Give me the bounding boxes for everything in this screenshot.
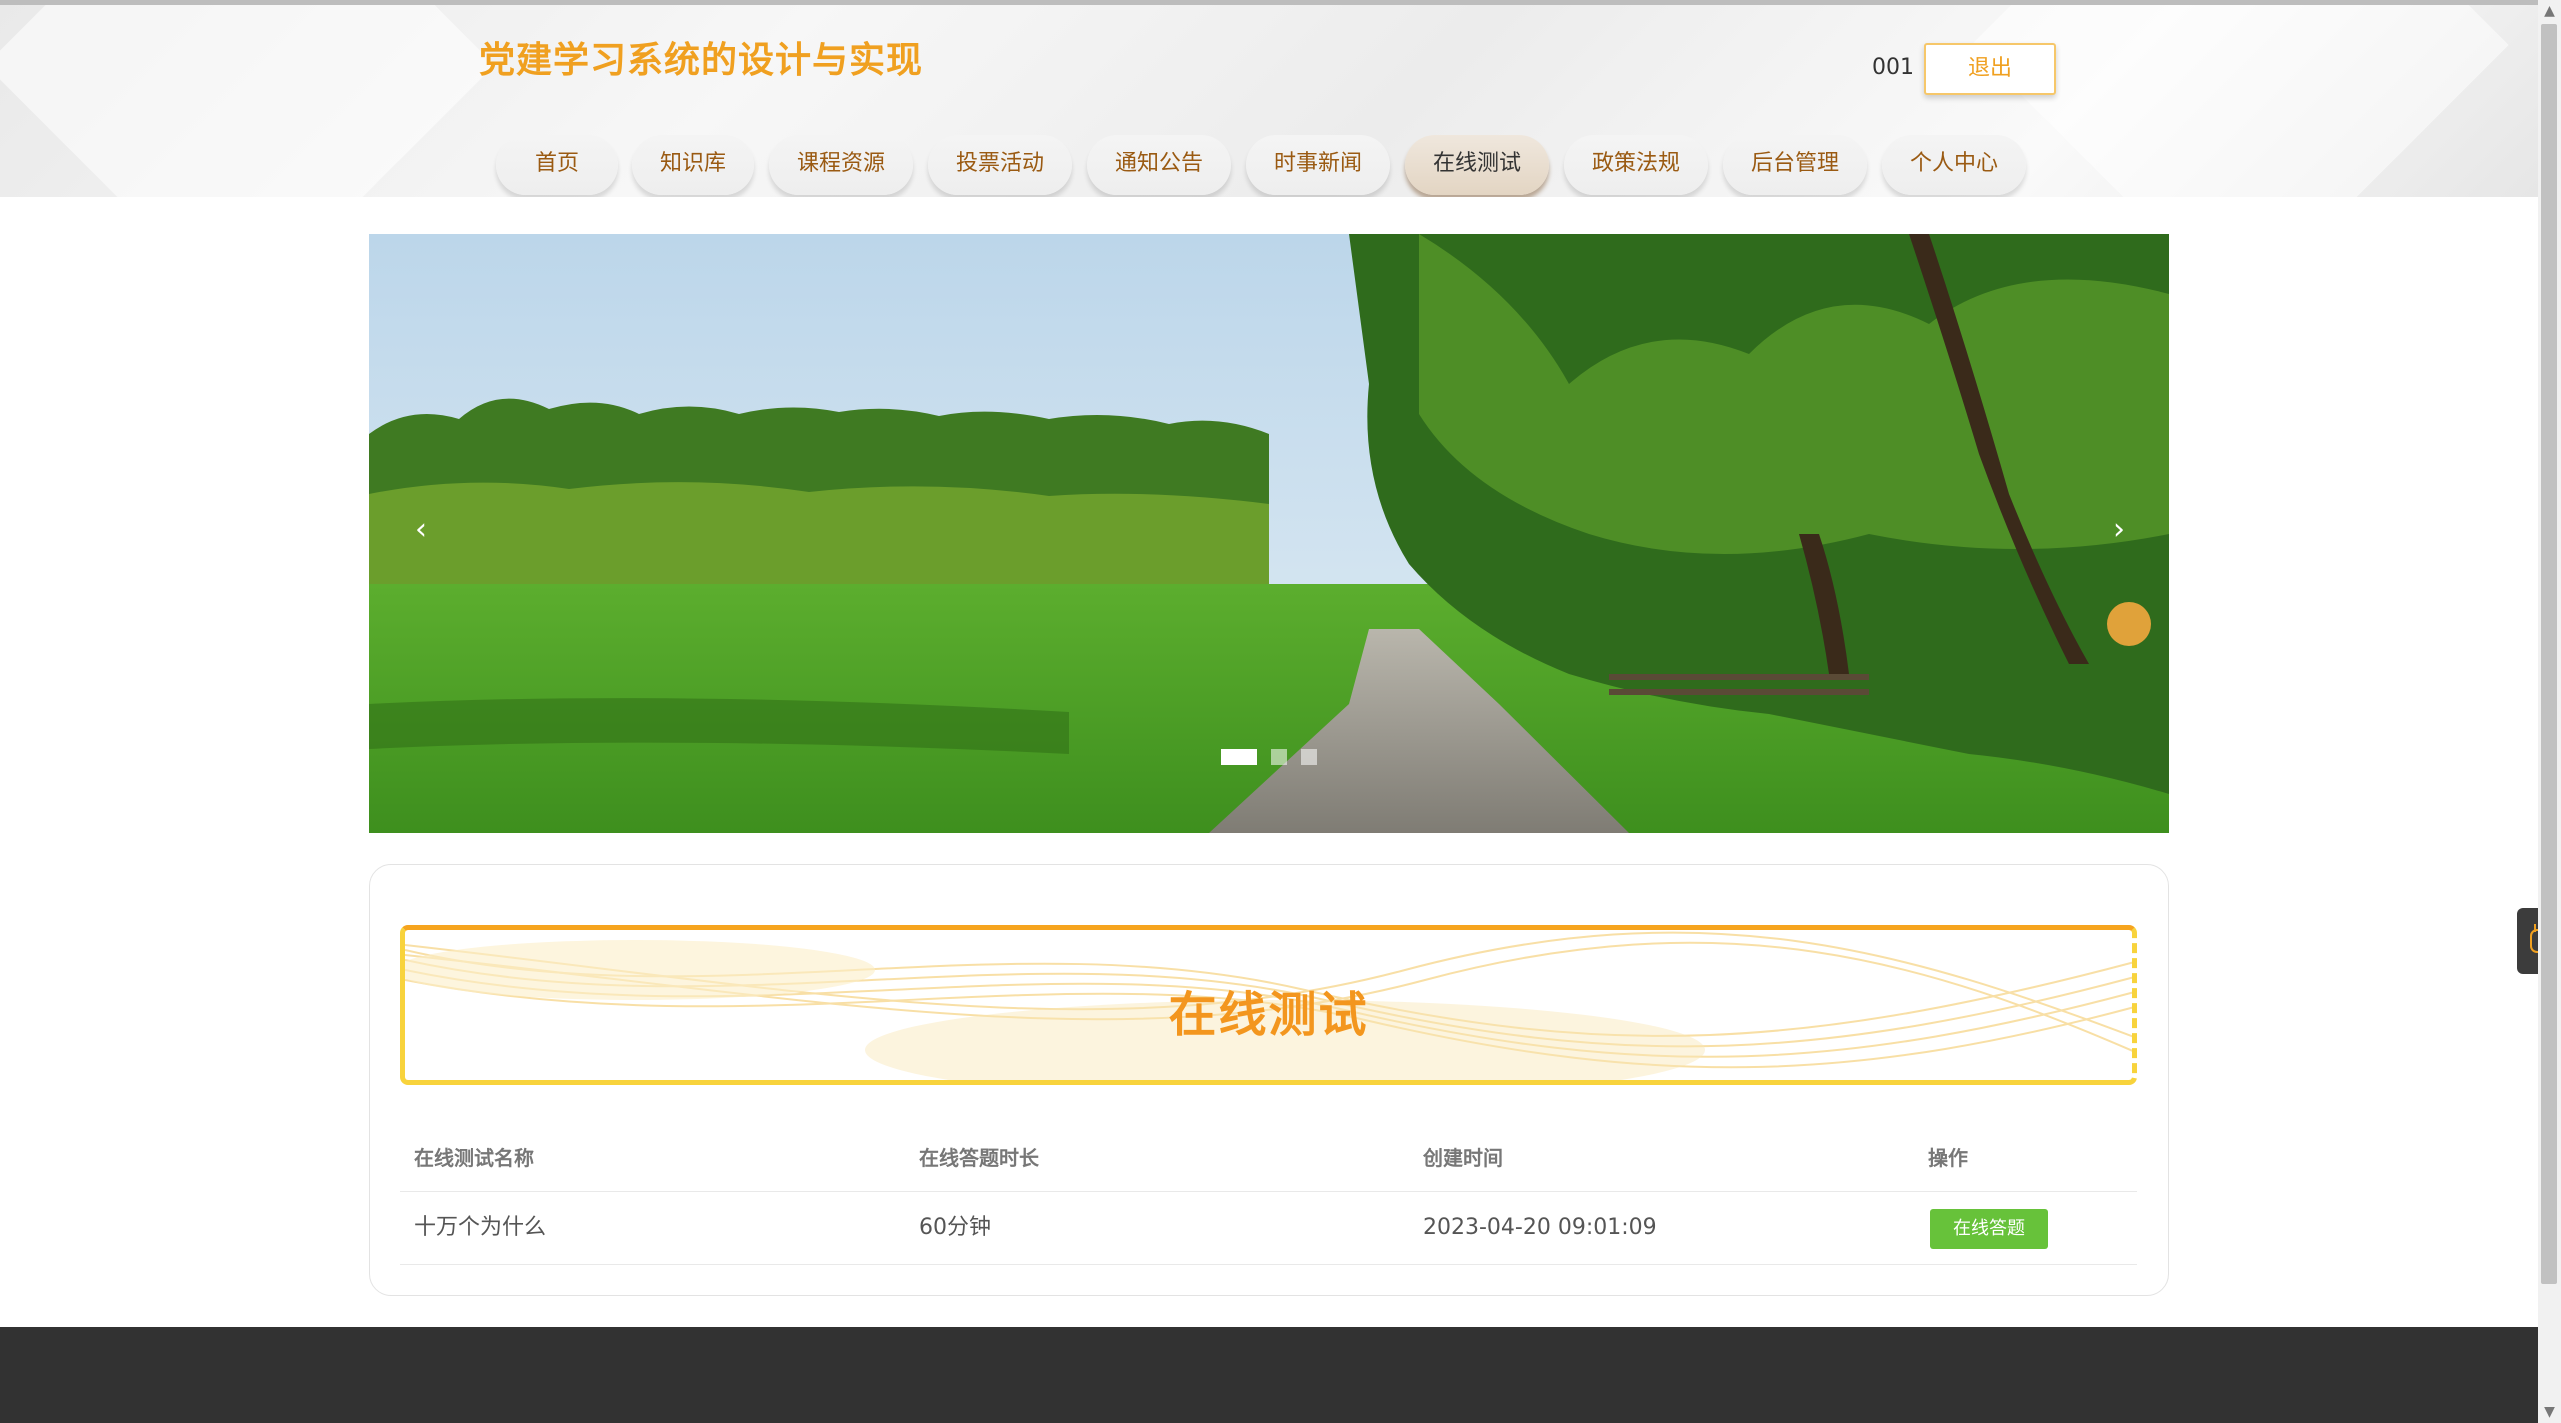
nav-policies[interactable]: 政策法规 bbox=[1564, 135, 1708, 195]
nav-news[interactable]: 时事新闻 bbox=[1246, 135, 1390, 195]
carousel-next-icon[interactable]: › bbox=[2113, 512, 2125, 547]
section-title: 在线测试 bbox=[1168, 987, 1369, 1043]
table-row: 十万个为什么 60分钟 2023-04-20 09:01:09 在线答题 bbox=[400, 1192, 2137, 1265]
start-answer-button[interactable]: 在线答题 bbox=[1930, 1209, 2048, 1249]
section-title-banner: 在线测试 bbox=[400, 925, 2137, 1085]
column-header-action: 操作 bbox=[1928, 1146, 1968, 1170]
scrollbar-thumb[interactable] bbox=[2541, 24, 2557, 1284]
page-scrollbar[interactable]: ▲ ▼ bbox=[2538, 0, 2561, 1423]
logout-button[interactable]: 退出 bbox=[1924, 43, 2056, 95]
online-test-panel: 在线测试 在线测试名称 在线答题时长 创建时间 操作 十万个为什么 60分钟 2… bbox=[369, 864, 2169, 1296]
scroll-down-arrow-icon[interactable]: ▼ bbox=[2538, 1401, 2561, 1423]
test-duration-cell: 60分钟 bbox=[919, 1215, 991, 1240]
scroll-up-arrow-icon[interactable]: ▲ bbox=[2538, 0, 2561, 22]
column-header-created: 创建时间 bbox=[1423, 1146, 1503, 1170]
nav-home[interactable]: 首页 bbox=[496, 135, 618, 195]
nav-admin[interactable]: 后台管理 bbox=[1723, 135, 1867, 195]
test-created-cell: 2023-04-20 09:01:09 bbox=[1423, 1215, 1657, 1240]
carousel-dot-3[interactable] bbox=[1301, 749, 1317, 765]
test-name-cell: 十万个为什么 bbox=[414, 1215, 547, 1240]
nav-course-resources[interactable]: 课程资源 bbox=[769, 135, 913, 195]
carousel-prev-icon[interactable]: ‹ bbox=[415, 512, 427, 547]
nav-knowledge-base[interactable]: 知识库 bbox=[632, 135, 754, 195]
site-header: 党建学习系统的设计与实现 001 退出 首页 知识库 课程资源 投票活动 通知公… bbox=[0, 0, 2538, 197]
page-footer bbox=[0, 1327, 2538, 1423]
landscape-image bbox=[369, 234, 2169, 833]
column-header-duration: 在线答题时长 bbox=[919, 1146, 1039, 1170]
main-nav: 首页 知识库 课程资源 投票活动 通知公告 时事新闻 在线测试 政策法规 后台管… bbox=[0, 135, 2538, 195]
table-header: 在线测试名称 在线答题时长 创建时间 操作 bbox=[400, 1125, 2137, 1192]
nav-notices[interactable]: 通知公告 bbox=[1087, 135, 1231, 195]
column-header-name: 在线测试名称 bbox=[414, 1146, 534, 1170]
carousel-dot-1[interactable] bbox=[1221, 749, 1257, 765]
nav-profile[interactable]: 个人中心 bbox=[1882, 135, 2026, 195]
nav-online-test[interactable]: 在线测试 bbox=[1405, 135, 1549, 195]
hero-carousel[interactable]: ‹ › bbox=[369, 234, 2169, 833]
site-title: 党建学习系统的设计与实现 bbox=[479, 40, 924, 81]
carousel-dot-2[interactable] bbox=[1271, 749, 1287, 765]
current-user-name: 001 bbox=[1872, 55, 1914, 80]
nav-voting[interactable]: 投票活动 bbox=[928, 135, 1072, 195]
